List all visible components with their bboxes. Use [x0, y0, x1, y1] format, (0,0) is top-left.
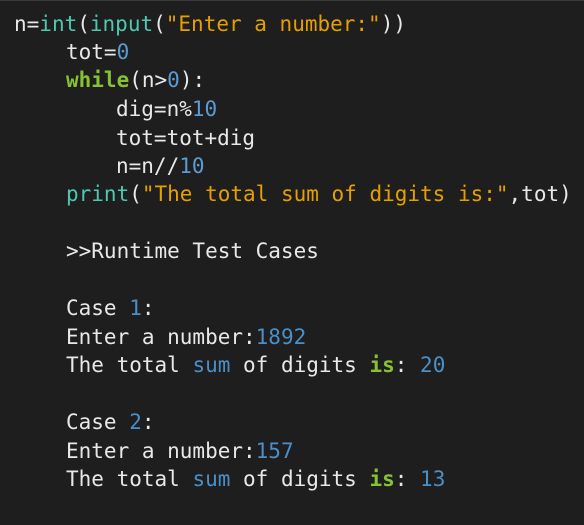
- code-token: n=: [14, 12, 40, 36]
- code-line-2: tot=0: [66, 38, 129, 66]
- result-text: The total: [66, 467, 193, 491]
- string-literal: "Enter a number:": [165, 12, 381, 36]
- code-editor: n=int(input("Enter a number:")) tot=0 wh…: [0, 0, 584, 525]
- code-line-1: n=int(input("Enter a number:")): [14, 10, 406, 38]
- case-1-input-line: Enter a number:1892: [66, 323, 306, 351]
- number-literal: 0: [116, 40, 130, 64]
- result-value: 13: [420, 467, 446, 491]
- case-2-label: Case 2:: [66, 408, 155, 436]
- code-token: (: [77, 12, 90, 36]
- result-text: is: [369, 353, 395, 377]
- result-text: :: [394, 353, 421, 377]
- case-colon: :: [141, 296, 155, 320]
- case-label: Case: [66, 296, 130, 320]
- code-token: )): [380, 12, 406, 36]
- case-1-label: Case 1:: [66, 294, 155, 322]
- case-colon: :: [141, 410, 155, 434]
- builtin-int: int: [39, 12, 78, 36]
- code-token: (: [153, 12, 166, 36]
- code-token: ,tot): [508, 182, 572, 206]
- input-value: 1892: [255, 325, 307, 349]
- code-token: ):: [179, 68, 206, 92]
- code-token: tot=tot+dig: [116, 126, 256, 150]
- keyword-while: while: [66, 68, 130, 92]
- builtin-print: print: [66, 182, 130, 206]
- result-text: The total: [66, 353, 193, 377]
- code-token: tot=: [66, 40, 117, 64]
- result-text: sum: [192, 467, 231, 491]
- input-value: 157: [255, 439, 294, 463]
- case-number: 2: [129, 410, 142, 434]
- runtime-heading: >>Runtime Test Cases: [66, 237, 319, 265]
- case-1-result-line: The total sum of digits is: 20: [66, 351, 445, 379]
- case-number: 1: [129, 296, 142, 320]
- result-text: sum: [192, 353, 231, 377]
- code-line-7: print("The total sum of digits is:",tot): [66, 180, 572, 208]
- result-text: is: [369, 467, 395, 491]
- code-token: n=n//: [116, 154, 180, 178]
- builtin-input: input: [89, 12, 154, 36]
- number-literal: 10: [191, 97, 218, 121]
- result-text: :: [394, 467, 421, 491]
- code-token: (: [129, 182, 142, 206]
- code-line-4: dig=n%10: [116, 95, 217, 123]
- string-literal: "The total sum of digits is:": [141, 182, 509, 206]
- case-2-input-line: Enter a number:157: [66, 437, 294, 465]
- prompt-text: Enter a number:: [66, 439, 256, 463]
- result-text: of digits: [230, 467, 370, 491]
- code-line-5: tot=tot+dig: [116, 124, 255, 152]
- number-literal: 10: [179, 154, 205, 178]
- result-text: of digits: [230, 353, 370, 377]
- number-literal: 0: [167, 68, 180, 92]
- code-token: dig=n%: [116, 97, 192, 121]
- case-2-result-line: The total sum of digits is: 13: [66, 465, 445, 493]
- prompt-text: Enter a number:: [66, 325, 256, 349]
- code-line-3: while(n>0):: [66, 66, 205, 94]
- code-token: (n>: [129, 68, 168, 92]
- heading-text: >>Runtime Test Cases: [66, 239, 319, 263]
- case-label: Case: [66, 410, 130, 434]
- result-value: 20: [420, 353, 446, 377]
- code-line-6: n=n//10: [116, 152, 205, 180]
